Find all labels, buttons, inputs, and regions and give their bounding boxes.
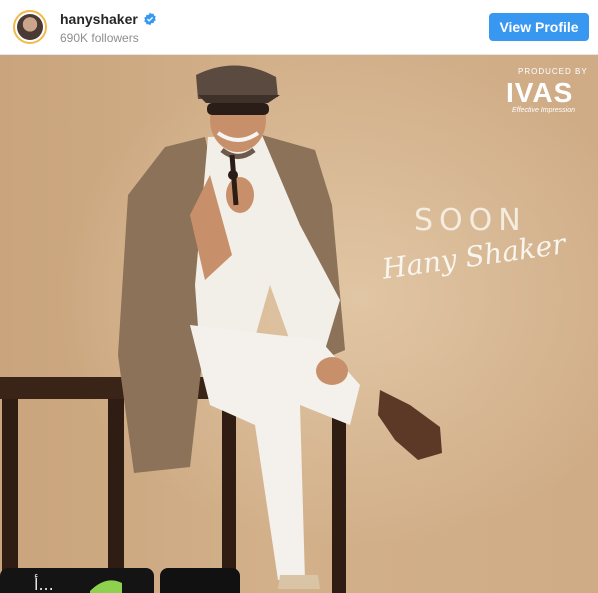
produced-by-label: PRODUCED BY — [518, 67, 588, 76]
username[interactable]: hanyshaker — [60, 11, 138, 27]
username-row: hanyshaker — [60, 11, 157, 27]
green-brand-icon — [90, 580, 122, 593]
brand-logo: IVAS — [506, 77, 574, 108]
avatar-image — [17, 14, 43, 40]
post-header: hanyshaker 690K followers View Profile — [0, 0, 598, 55]
verified-badge-icon — [144, 12, 156, 26]
avatar[interactable] — [13, 10, 47, 44]
view-profile-button[interactable]: View Profile — [489, 13, 589, 41]
bottom-left-panel — [0, 568, 154, 593]
post-image[interactable]: PRODUCED BY IVAS Effective Impression SO… — [0, 55, 598, 593]
soon-text: SOON — [414, 203, 527, 238]
bottom-right-panel — [160, 568, 240, 593]
bottom-arabic-text: أ... — [34, 575, 54, 593]
brand-tagline: Effective Impression — [512, 107, 576, 114]
post-photo — [0, 65, 442, 593]
followers-count: 690K followers — [60, 31, 139, 45]
